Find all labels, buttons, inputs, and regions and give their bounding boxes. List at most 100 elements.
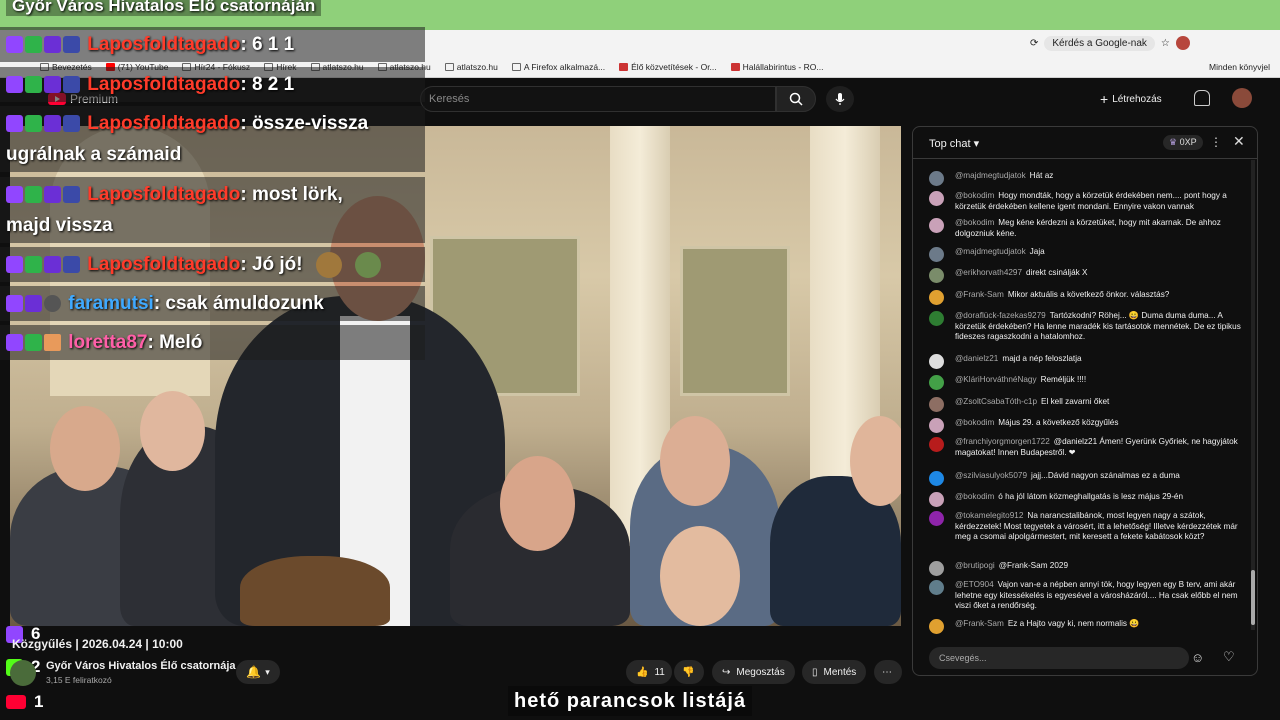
chat-author: @Frank-Sam bbox=[955, 619, 1004, 628]
emote-icon bbox=[355, 251, 382, 278]
profile-avatar[interactable] bbox=[1175, 36, 1190, 50]
chat-text: Május 29. a következő közgyűlés bbox=[998, 418, 1119, 427]
reload-icon[interactable]: ⟳ bbox=[1030, 38, 1038, 49]
chat-scrollbar[interactable] bbox=[1251, 160, 1255, 630]
avatar bbox=[929, 290, 944, 305]
bookmark-item[interactable]: Halállabirintus - RO... bbox=[730, 62, 823, 72]
audience-member bbox=[240, 556, 390, 626]
chat-text: Hogy mondták, hogy a körzetük érdekében … bbox=[955, 191, 1227, 211]
points-badge[interactable]: ♛ 0XP bbox=[1163, 135, 1203, 150]
account-avatar[interactable] bbox=[1232, 88, 1252, 108]
live-chat-panel: Top chat ▾ ♛ 0XP ⋮ ✕ @majdmegtudjatok Hát… bbox=[912, 126, 1258, 676]
chat-text: Mikor aktuális a következő önkor. válasz… bbox=[1007, 290, 1170, 299]
chat-message: @Frank-Sam Ez a Hajto vagy ki, nem normal… bbox=[929, 619, 1247, 634]
chat-scroll-thumb[interactable] bbox=[1251, 570, 1255, 625]
search-button[interactable] bbox=[776, 86, 816, 112]
overlay-message: Laposfoldtagado: 6 1 1 bbox=[0, 27, 425, 62]
bookmark-item[interactable]: atlatszo.hu bbox=[444, 62, 498, 72]
chat-text: majd a nép feloszlatja bbox=[1002, 354, 1082, 363]
chat-message: @Frank-Sam Mikor aktuális a következő önk… bbox=[929, 290, 1247, 305]
avatar bbox=[929, 191, 944, 206]
folder-icon bbox=[444, 62, 454, 71]
check-badge-icon bbox=[25, 36, 42, 54]
bookmark-item[interactable]: A Firefox alkalmazá... bbox=[511, 62, 605, 72]
save-button[interactable]: ▯ Mentés bbox=[802, 660, 867, 684]
twitch-badge-icon bbox=[6, 76, 23, 94]
check-badge-icon bbox=[25, 76, 42, 94]
all-bookmarks[interactable]: Minden könyvjel bbox=[1209, 62, 1270, 72]
share-button[interactable]: ↪ Megosztás bbox=[712, 660, 795, 684]
chevron-down-icon: ▾ bbox=[973, 138, 980, 150]
bookmark-item[interactable]: Élő közvetítések - Or... bbox=[619, 62, 717, 72]
chat-input[interactable]: Csevegés... bbox=[929, 647, 1189, 669]
subscriber-count: 3,15 E feliratkozó bbox=[46, 675, 112, 685]
like-button[interactable]: 👍 11 bbox=[626, 660, 672, 684]
channel-avatar[interactable] bbox=[10, 660, 36, 686]
chat-author: @doraflück-fazekas9279 bbox=[955, 311, 1046, 320]
chat-mode-dropdown[interactable]: Top chat ▾ bbox=[929, 137, 979, 150]
avatar bbox=[929, 354, 944, 369]
notifications-icon[interactable] bbox=[1194, 90, 1210, 106]
overlay-username: faramutsi bbox=[68, 293, 154, 314]
chat-message: @szilviasulyok5079 jajj...Dávid nagyon sz… bbox=[929, 471, 1247, 486]
overlay-message: Laposfoldtagado: most lörk, majd vissza bbox=[0, 177, 425, 243]
chat-text: Vajon van-e a népben annyi tök, hogy leg… bbox=[955, 580, 1238, 610]
notification-bell-button[interactable]: 🔔 ▾ bbox=[236, 660, 280, 684]
audience-head bbox=[500, 456, 575, 551]
audience-head bbox=[50, 406, 120, 491]
star-badge-icon bbox=[44, 76, 61, 94]
search-input[interactable]: Keresés bbox=[420, 86, 776, 112]
thumbs-down-icon: 👎 bbox=[682, 666, 695, 678]
chat-author: @tokamelegito912 bbox=[955, 511, 1024, 520]
more-actions-button[interactable]: ⋯ bbox=[874, 660, 902, 684]
overlay-username: Laposfoldtagado bbox=[87, 74, 241, 95]
chat-author: @bokodim bbox=[955, 492, 995, 501]
overlay-username: Laposfoldtagado bbox=[87, 184, 241, 205]
overlay-text: : csak ámuldozunk bbox=[153, 293, 324, 314]
google-ask-button[interactable]: Kérdés a Google-nak bbox=[1044, 35, 1155, 51]
avatar bbox=[929, 311, 944, 326]
twitch-badge-icon bbox=[6, 36, 23, 54]
overlay-text-cont: ugrálnak a számaid bbox=[6, 144, 182, 165]
bookmark-icon bbox=[619, 62, 629, 71]
chat-text: jajj...Dávid nagyon szánalmas ez a duma bbox=[1031, 471, 1180, 480]
chat-message: @ETO904 Vajon van-e a népben annyi tök, h… bbox=[929, 580, 1247, 612]
chat-message: @majdmegtudjatok Jaja bbox=[929, 247, 1247, 262]
overlay-username: Laposfoldtagado bbox=[87, 113, 241, 134]
user-badge-icon bbox=[44, 295, 61, 313]
chat-message: @brutipogi @Frank-Sam 2029 bbox=[929, 561, 1247, 576]
chat-message: @bokodim Hogy mondták, hogy a körzetük ér… bbox=[929, 191, 1247, 212]
twitch-badge-icon bbox=[6, 256, 23, 274]
emoji-icon[interactable]: ☺ bbox=[1191, 650, 1204, 665]
avatar bbox=[929, 437, 944, 452]
channel-name[interactable]: Győr Város Hivatalos Élő csatornája bbox=[46, 660, 236, 672]
chat-message: @majdmegtudjatok Hát az bbox=[929, 171, 1247, 186]
chat-author: @erikhorvath4297 bbox=[955, 268, 1023, 277]
overlay-text: : össze-vissza bbox=[240, 113, 369, 134]
avatar bbox=[929, 375, 944, 390]
chat-message-list[interactable]: @majdmegtudjatok Hát az @bokodim Hogy mond… bbox=[913, 159, 1257, 639]
chat-message: @doraflück-fazekas9279 Tartózkodni? Röhej… bbox=[929, 311, 1247, 343]
star-icon[interactable]: ☆ bbox=[1161, 38, 1170, 49]
close-icon[interactable]: ✕ bbox=[1233, 133, 1245, 150]
avatar bbox=[929, 268, 944, 283]
video-title: Közgyűlés | 2026.04.24 | 10:00 bbox=[12, 637, 183, 651]
chat-menu-icon[interactable]: ⋮ bbox=[1210, 135, 1222, 149]
chat-author: @bokodim bbox=[955, 418, 995, 427]
chat-text: direkt csinálják X bbox=[1026, 268, 1088, 277]
voice-search-button[interactable] bbox=[826, 86, 854, 112]
heart-icon[interactable]: ♡ bbox=[1223, 649, 1235, 665]
dislike-button[interactable]: 👎 bbox=[674, 660, 704, 684]
create-button[interactable]: + Létrehozás bbox=[1100, 88, 1162, 110]
chat-message: @bokodim ó ha jól látom közmeghallgatás i… bbox=[929, 492, 1247, 507]
user-avatar-icon bbox=[44, 334, 61, 352]
check-badge-icon bbox=[25, 115, 42, 133]
avatar bbox=[929, 247, 944, 262]
audience-head bbox=[850, 416, 901, 506]
avatar bbox=[929, 619, 944, 634]
share-icon: ↪ bbox=[722, 666, 731, 678]
folder-icon bbox=[511, 62, 521, 71]
chat-message: @danielz21 majd a nép feloszlatja bbox=[929, 354, 1247, 369]
chat-text: El kell zavarni őket bbox=[1041, 397, 1110, 406]
star-badge-icon bbox=[44, 36, 61, 54]
